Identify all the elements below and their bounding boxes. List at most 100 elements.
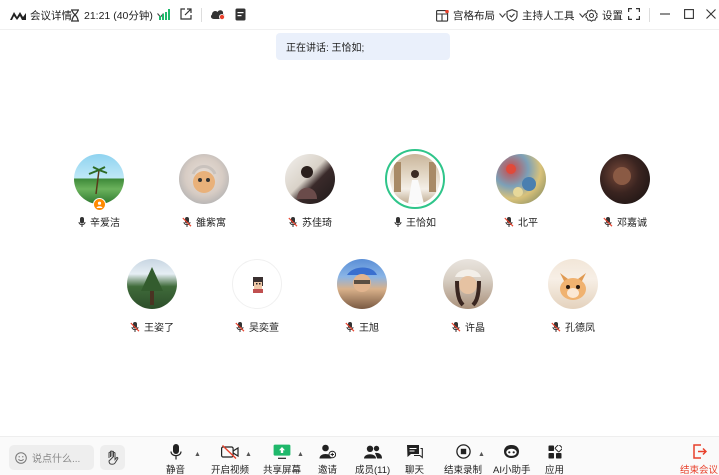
chat-bubble-icon — [406, 443, 423, 460]
participant-tile[interactable]: 吴奕萱 — [207, 259, 307, 334]
minimize-icon[interactable] — [660, 9, 670, 19]
participant-name-row: 苏佳琦 — [288, 214, 332, 229]
participant-name-row: 吴奕萱 — [235, 319, 279, 334]
meeting-time: 21:21 (40分钟) — [84, 10, 153, 22]
microphone-muted-icon — [130, 321, 140, 332]
microphone-muted-icon — [551, 321, 561, 332]
participant-name: 王姿了 — [144, 323, 174, 334]
participant-tile[interactable]: 孔德凤 — [523, 259, 623, 334]
bottom-toolbar: 说点什么... 静音 ▲ 开启视频 ▲ 共享屏幕 ▲ 邀请 成员(11) 聊天 … — [0, 436, 719, 475]
hourglass-icon — [70, 9, 80, 22]
participant-name-row: 辛爱洁 — [78, 214, 120, 229]
participant-name: 北平 — [518, 218, 538, 229]
host-badge-icon — [93, 198, 106, 211]
mute-options-caret[interactable]: ▲ — [194, 451, 201, 458]
microphone-muted-icon — [451, 321, 461, 332]
chat-button[interactable]: 聊天 — [405, 443, 424, 475]
apps-label: 应用 — [545, 465, 565, 475]
invite-button[interactable]: 邀请 — [318, 443, 337, 475]
participant-tile[interactable]: 北平 — [471, 154, 571, 229]
apps-button[interactable]: 应用 — [545, 443, 564, 475]
meeting-details-label: 会议详情 — [30, 10, 72, 22]
participant-tile[interactable]: 雒紫寓 — [154, 154, 254, 229]
participant-name-row: 许晶 — [451, 319, 485, 334]
avatar — [385, 149, 445, 209]
participant-tile[interactable]: 王旭 — [312, 259, 412, 334]
settings-button[interactable]: 设置 — [585, 8, 623, 23]
participant-name: 辛爱洁 — [90, 218, 120, 229]
signal-strength-icon[interactable] — [159, 9, 170, 20]
members-icon — [363, 443, 382, 460]
stop-record-icon — [455, 443, 471, 460]
settings-label: 设置 — [602, 10, 623, 22]
chat-placeholder: 说点什么... — [32, 454, 81, 465]
chat-label: 聊天 — [405, 465, 425, 475]
participant-name: 雒紫寓 — [196, 218, 226, 229]
stop-recording-button[interactable]: 结束录制 — [444, 443, 482, 475]
notes-icon[interactable] — [235, 8, 246, 21]
share-screen-button[interactable]: 共享屏幕 — [263, 443, 301, 475]
ai-bot-icon — [503, 443, 520, 460]
avatar — [600, 154, 650, 204]
participant-tile[interactable]: 王姿了 — [102, 259, 202, 334]
ai-assistant-button[interactable]: AI小助手 — [493, 443, 530, 475]
participant-name: 邓嘉诚 — [617, 218, 647, 229]
close-icon[interactable] — [706, 9, 716, 19]
participant-name-row: 王恰如 — [394, 214, 436, 229]
participant-name-row: 王姿了 — [130, 319, 174, 334]
members-button[interactable]: 成员(11) — [355, 443, 390, 475]
participant-name: 孔德凤 — [565, 323, 595, 334]
external-window-icon[interactable] — [180, 8, 192, 20]
chevron-down-icon — [499, 13, 506, 18]
invite-label: 邀请 — [318, 465, 338, 475]
participant-name-row: 北平 — [504, 214, 538, 229]
start-video-button[interactable]: 开启视频 — [211, 443, 249, 475]
gear-icon — [585, 9, 598, 22]
participant-name: 王旭 — [359, 323, 379, 334]
members-label: 成员(11) — [355, 465, 391, 475]
participant-tile[interactable]: 苏佳琦 — [260, 154, 360, 229]
recording-options-caret[interactable]: ▲ — [478, 451, 485, 458]
participant-tile[interactable]: 许晶 — [418, 259, 518, 334]
divider — [201, 8, 202, 22]
raise-hand-icon — [106, 450, 120, 465]
quick-chat-input[interactable]: 说点什么... — [9, 445, 94, 470]
avatar — [337, 259, 387, 309]
microphone-icon — [78, 216, 86, 227]
avatar — [74, 154, 124, 211]
participant-tile-active-speaker[interactable]: 王恰如 — [365, 149, 465, 229]
share-screen-icon — [273, 443, 291, 460]
meeting-details-button[interactable]: 会议详情 — [10, 8, 72, 23]
cloud-record-icon[interactable] — [210, 8, 226, 20]
participant-tile[interactable]: 辛爱洁 — [49, 154, 149, 229]
microphone-muted-icon — [182, 216, 192, 227]
video-options-caret[interactable]: ▲ — [245, 451, 252, 458]
maximize-icon[interactable] — [684, 9, 694, 19]
participant-name: 苏佳琦 — [302, 218, 332, 229]
end-meeting-label: 结束会议 — [680, 465, 719, 475]
microphone-muted-icon — [603, 216, 613, 227]
video-off-icon — [221, 443, 239, 460]
ai-assistant-label: AI小助手 — [493, 465, 531, 475]
mute-label: 静音 — [166, 465, 186, 475]
microphone-muted-icon — [235, 321, 245, 332]
meeting-logo-icon — [10, 11, 26, 21]
speaking-indicator: 正在讲话: 王恰如; — [276, 33, 450, 60]
fullscreen-icon[interactable] — [628, 8, 640, 20]
mute-button[interactable]: 静音 — [166, 443, 185, 475]
participant-name: 许晶 — [465, 323, 485, 334]
participant-name: 吴奕萱 — [249, 323, 279, 334]
avatar — [179, 154, 229, 204]
raise-hand-button[interactable] — [100, 445, 125, 470]
end-meeting-button[interactable]: 结束会议 — [680, 443, 718, 475]
layout-button[interactable]: 宫格布局 — [436, 8, 506, 23]
participant-tile[interactable]: 邓嘉诚 — [575, 154, 675, 229]
host-tools-label: 主持人工具 — [522, 10, 575, 22]
top-bar: 会议详情 21:21 (40分钟) 宫格布局 主持人工具 设置 — [0, 0, 719, 30]
grid-layout-icon — [436, 9, 449, 22]
avatar — [285, 154, 335, 204]
meeting-timer[interactable]: 21:21 (40分钟) — [70, 8, 164, 23]
share-screen-label: 共享屏幕 — [263, 465, 302, 475]
share-options-caret[interactable]: ▲ — [297, 451, 304, 458]
host-tools-button[interactable]: 主持人工具 — [506, 8, 586, 23]
